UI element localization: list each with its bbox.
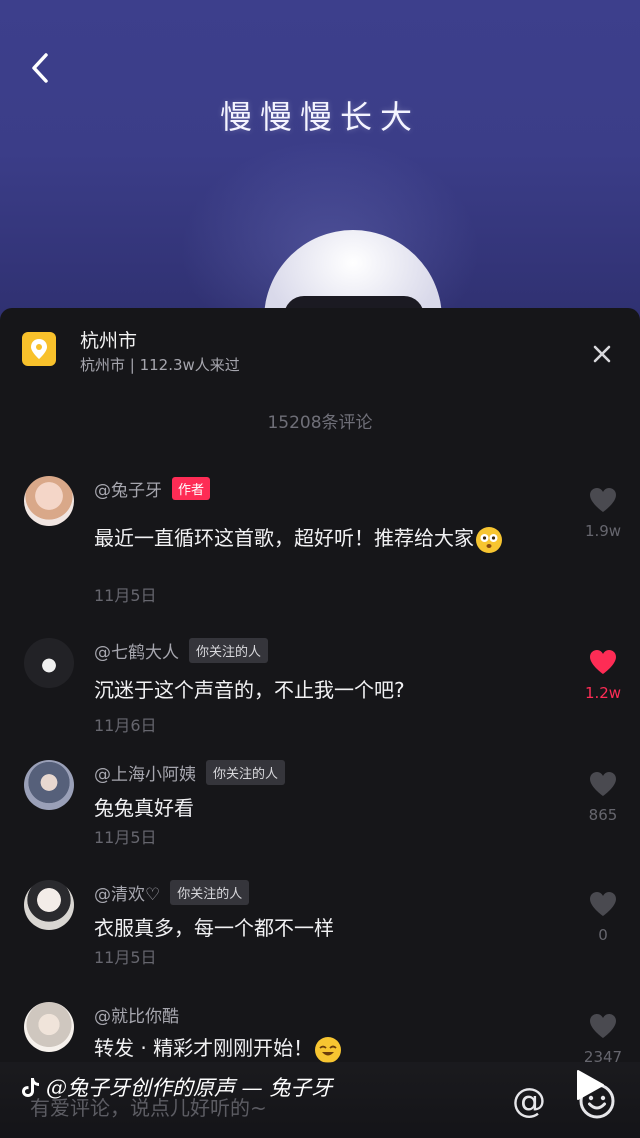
like-button[interactable]: 1.2w bbox=[572, 648, 634, 702]
music-watermark: @兔子牙创作的原声 — 兔子牙 bbox=[20, 1072, 332, 1102]
comment-item[interactable]: @上海小阿姨 你关注的人 兔兔真好看 11月5日 865 bbox=[0, 758, 640, 868]
comment-text-content: 最近一直循环这首歌，超好听！推荐给大家 bbox=[94, 526, 474, 550]
comment-username[interactable]: @兔子牙 bbox=[94, 476, 162, 501]
comment-user-row: @上海小阿姨 你关注的人 bbox=[94, 760, 286, 785]
play-button[interactable] bbox=[574, 1068, 606, 1102]
close-button[interactable] bbox=[584, 336, 620, 372]
comment-user-row: @七鹤大人 你关注的人 bbox=[94, 638, 269, 663]
like-button[interactable]: 865 bbox=[572, 770, 634, 824]
chevron-left-icon bbox=[32, 53, 48, 83]
location-subtitle: 杭州市 | 112.3w人来过 bbox=[80, 356, 240, 374]
heart-filled-icon bbox=[590, 650, 616, 674]
video-lyric: 慢慢慢长大 bbox=[219, 98, 420, 136]
comment-username[interactable]: @七鹤大人 bbox=[94, 638, 179, 663]
like-count: 1.9w bbox=[584, 522, 622, 540]
comment-sheet: 杭州市 杭州市 | 112.3w人来过 15208条评论 @兔子牙 作者 最近一… bbox=[0, 308, 640, 1138]
comment-date: 11月6日 bbox=[94, 716, 157, 735]
music-title: @兔子牙创作的原声 — 兔子牙 bbox=[46, 1076, 333, 1100]
heart-icon bbox=[590, 1014, 616, 1038]
like-button[interactable]: 1.9w bbox=[572, 486, 634, 540]
following-badge: 你关注的人 bbox=[206, 760, 286, 785]
location-title[interactable]: 杭州市 bbox=[80, 326, 137, 353]
author-badge: 作者 bbox=[172, 477, 211, 500]
close-icon bbox=[593, 345, 611, 363]
comment-date: 11月5日 bbox=[94, 948, 157, 967]
like-button[interactable]: 0 bbox=[572, 890, 634, 944]
avatar[interactable] bbox=[24, 880, 74, 930]
heart-icon bbox=[590, 892, 616, 916]
comment-text-content: 转发 · 精彩才刚刚开始！ bbox=[94, 1036, 314, 1060]
comment-text: 转发 · 精彩才刚刚开始！ bbox=[94, 1032, 342, 1063]
comment-username[interactable]: @清欢♡ bbox=[94, 880, 160, 905]
video-player[interactable]: 慢慢慢长大 bbox=[0, 0, 640, 340]
comment-item[interactable]: @七鹤大人 你关注的人 沉迷于这个声音的，不止我一个吧? 11月6日 1.2w bbox=[0, 636, 640, 746]
mention-button[interactable]: @ bbox=[510, 1082, 548, 1120]
comment-date: 11月5日 bbox=[94, 586, 157, 605]
comment-count: 15208条评论 bbox=[267, 413, 373, 433]
like-count: 1.2w bbox=[584, 684, 622, 702]
like-count: 865 bbox=[588, 806, 618, 824]
comment-item[interactable]: @兔子牙 作者 最近一直循环这首歌，超好听！推荐给大家 11月5日 1.9w bbox=[0, 472, 640, 605]
comment-text: 沉迷于这个声音的，不止我一个吧? bbox=[94, 678, 405, 702]
comment-text: 最近一直循环这首歌，超好听！推荐给大家 bbox=[94, 522, 502, 553]
heart-icon bbox=[590, 488, 616, 512]
tiktok-note-icon bbox=[22, 1078, 39, 1097]
heart-icon bbox=[590, 772, 616, 796]
comment-input-bar[interactable]: 有爱评论，说点儿好听的~ @兔子牙创作的原声 — 兔子牙 @ bbox=[0, 1062, 640, 1138]
comment-username[interactable]: @就比你酷 bbox=[94, 1002, 179, 1027]
avatar[interactable] bbox=[24, 476, 74, 526]
comment-date: 11月5日 bbox=[94, 828, 157, 847]
avatar[interactable] bbox=[24, 1002, 74, 1052]
comment-user-row: @就比你酷 bbox=[94, 1002, 179, 1027]
location-pin-icon bbox=[22, 332, 56, 366]
following-badge: 你关注的人 bbox=[189, 638, 269, 663]
dizzy-face-emoji-icon bbox=[476, 526, 502, 553]
avatar[interactable] bbox=[24, 760, 74, 810]
comment-user-row: @兔子牙 作者 bbox=[94, 476, 211, 501]
comment-text: 衣服真多，每一个都不一样 bbox=[94, 916, 334, 940]
like-button[interactable]: 2347 bbox=[572, 1012, 634, 1066]
comment-text: 兔兔真好看 bbox=[94, 796, 194, 820]
following-badge: 你关注的人 bbox=[170, 880, 250, 905]
avatar[interactable] bbox=[24, 638, 74, 688]
back-button[interactable] bbox=[22, 50, 58, 86]
like-count: 0 bbox=[598, 926, 608, 944]
comment-item[interactable]: @清欢♡ 你关注的人 衣服真多，每一个都不一样 11月5日 0 bbox=[0, 878, 640, 988]
play-icon bbox=[577, 1070, 604, 1100]
comment-user-row: @清欢♡ 你关注的人 bbox=[94, 880, 250, 905]
laughing-emoji-icon bbox=[315, 1036, 342, 1063]
comment-username[interactable]: @上海小阿姨 bbox=[94, 760, 196, 785]
